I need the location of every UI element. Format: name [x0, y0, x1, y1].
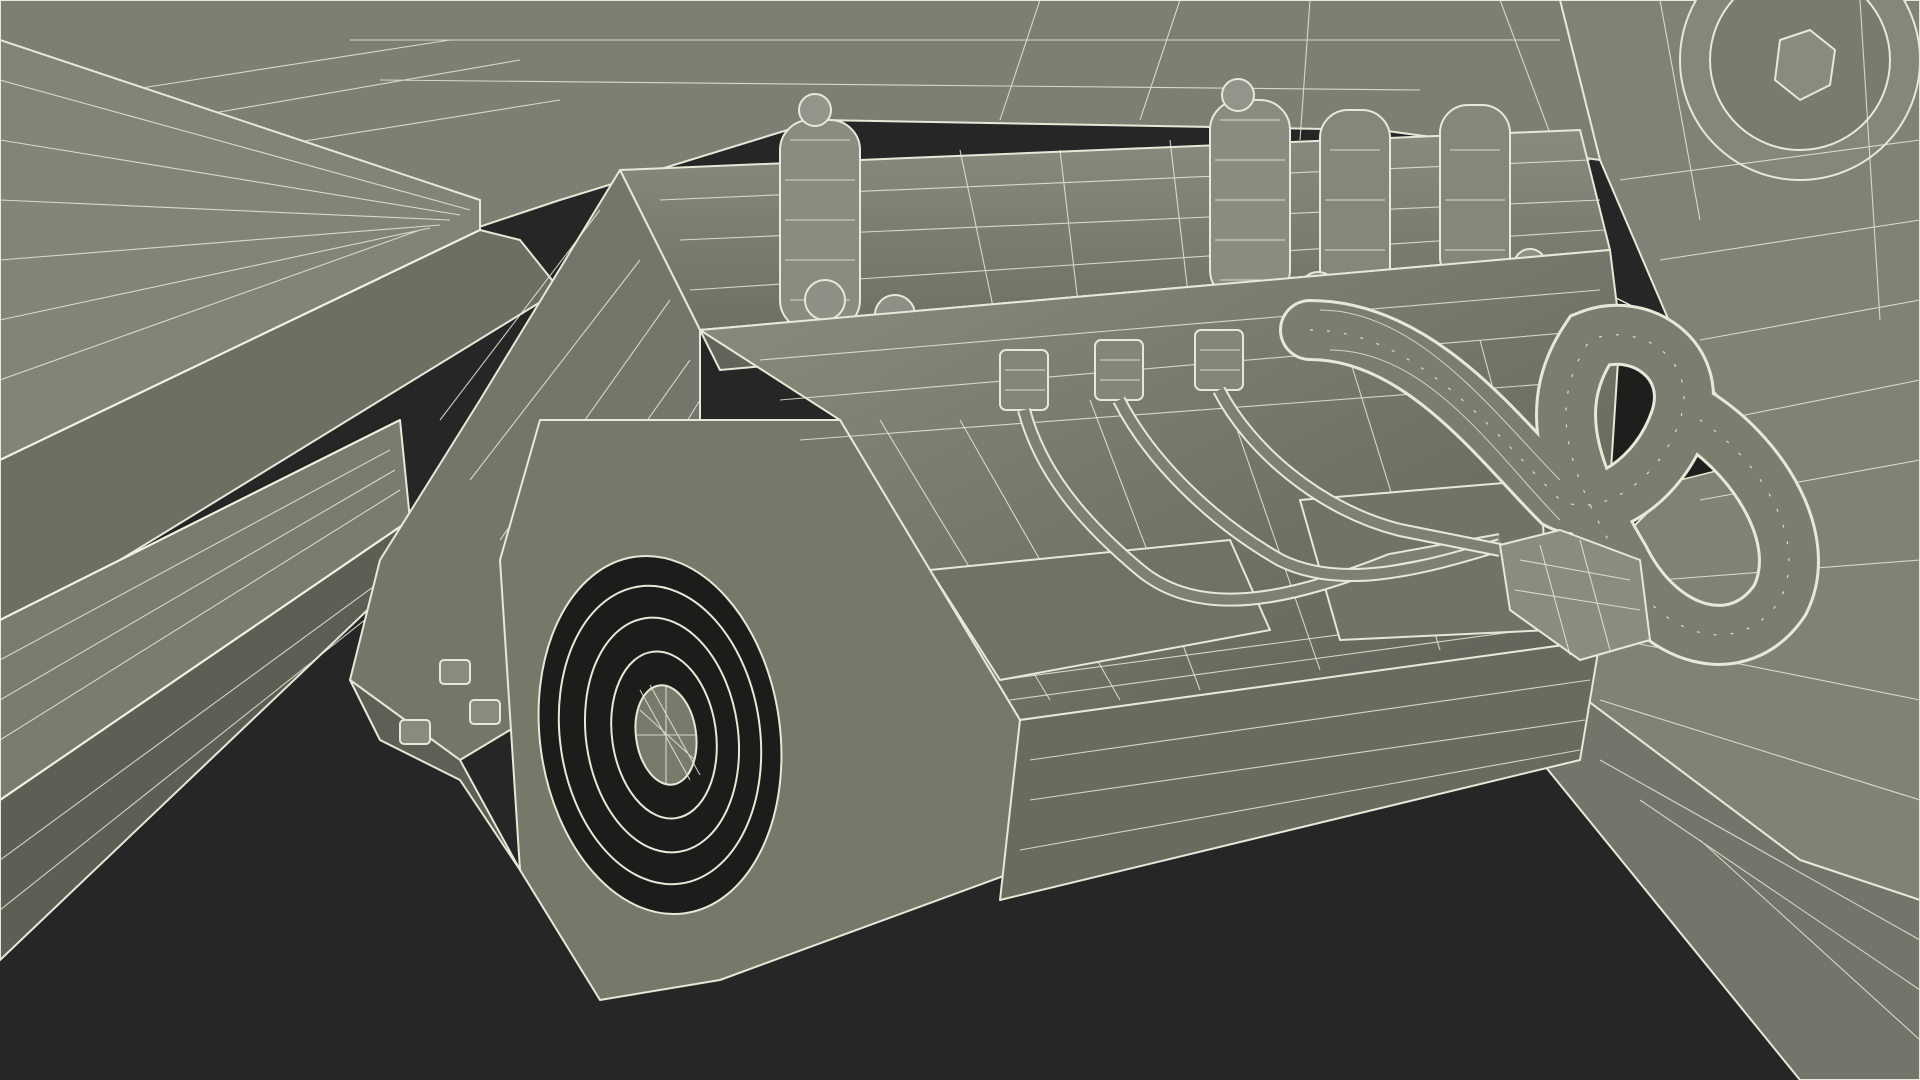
bolt-icon — [798, 93, 832, 127]
bolt-icon — [1221, 78, 1255, 112]
bolt-icon — [804, 279, 846, 321]
connector-icon — [1094, 339, 1144, 401]
connector-icon — [1194, 329, 1244, 391]
wireframe-viewport — [0, 0, 1920, 1080]
connector-icon — [999, 349, 1049, 411]
